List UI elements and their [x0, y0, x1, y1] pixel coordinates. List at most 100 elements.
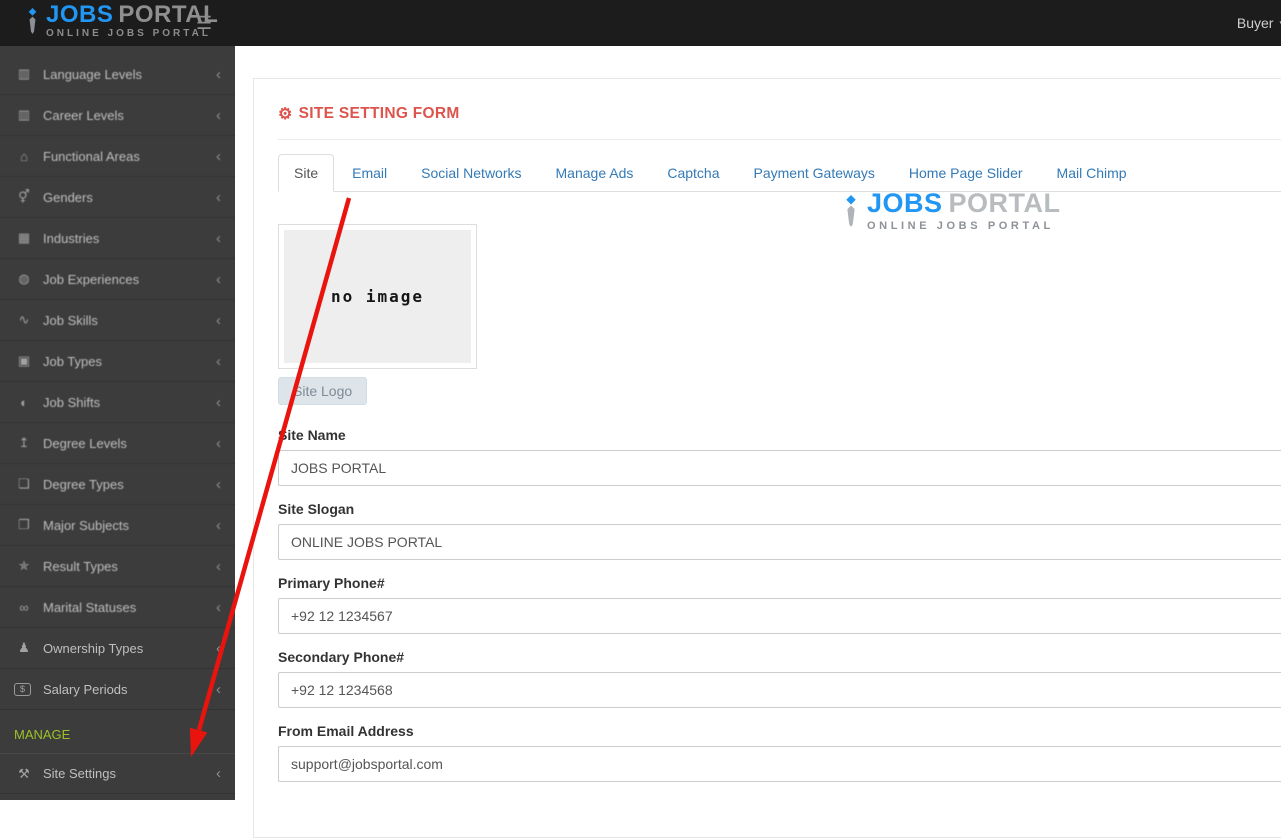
secondary-phone-label: Secondary Phone#: [278, 649, 405, 665]
secondary-phone-input[interactable]: [278, 672, 1281, 708]
form-group-from-email-address: From Email Address: [278, 723, 1281, 782]
sidebar-item-genders[interactable]: ⚥ Genders ‹: [0, 177, 235, 218]
tab-bar: Site Email Social Networks Manage Ads Captch…: [278, 154, 1281, 192]
building-icon: ▦: [17, 230, 31, 245]
site-setting-panel: ⚙ SITE SETTING FORM Site Email Social Netw…: [253, 78, 1281, 838]
sidebar-item-degree-types[interactable]: ❏ Degree Types ‹: [0, 464, 235, 505]
chevron-left-icon: ‹: [216, 188, 221, 206]
sidebar-manage-nav: ⚒ Site Settings ‹: [0, 753, 235, 794]
manage-section-label: MANAGE: [14, 727, 71, 742]
sidebar-item-label: Degree Levels: [43, 435, 127, 451]
from-email-address-label: From Email Address: [278, 723, 414, 739]
sidebar-item-site-settings[interactable]: ⚒ Site Settings ‹: [0, 753, 235, 794]
dollar-badge-icon: $: [14, 682, 31, 696]
tie-icon: [28, 8, 37, 34]
menu-icon[interactable]: ☰: [196, 13, 212, 34]
tab-site[interactable]: Site: [278, 154, 335, 192]
gear-icon: ⚙: [278, 106, 293, 123]
tab-email[interactable]: Email: [336, 154, 403, 192]
page-title-text: SITE SETTING FORM: [298, 105, 460, 122]
sidebar-item-functional-areas[interactable]: ⌂ Functional Areas ‹: [0, 136, 235, 177]
tab-payment-gateways[interactable]: Payment Gateways: [738, 154, 891, 192]
form-group-site-name: Site Name: [278, 427, 1281, 486]
from-email-address-input[interactable]: [278, 746, 1281, 782]
document-icon: ❏: [18, 476, 30, 491]
form-group-site-slogan: Site Slogan: [278, 501, 1281, 560]
shift-icon: ◐: [20, 394, 28, 410]
briefcase-icon: ▣: [17, 353, 31, 368]
user-menu-label: Buyer: [1236, 15, 1274, 31]
sidebar-item-major-subjects[interactable]: ❒ Major Subjects ‹: [0, 505, 235, 546]
sidebar-item-job-experiences[interactable]: ◍ Job Experiences ‹: [0, 259, 235, 300]
sidebar-item-label: Salary Periods: [43, 681, 128, 697]
form-group-secondary-phone: Secondary Phone#: [278, 649, 1281, 708]
site-logo-preview: no image: [278, 224, 477, 369]
sidebar-item-career-levels[interactable]: ▥ Career Levels ‹: [0, 95, 235, 136]
bank-icon: ⌂: [20, 148, 28, 164]
site-logo-upload-button[interactable]: Site Logo: [278, 377, 368, 405]
grad-cap-icon: ✯: [18, 558, 30, 573]
skills-chart-icon: ∿: [18, 312, 30, 327]
sidebar-item-label: Ownership Types: [43, 640, 144, 656]
tab-home-page-slider[interactable]: Home Page Slider: [893, 154, 1039, 192]
person-icon: ♟: [18, 640, 30, 655]
sidebar-item-label: Major Subjects: [43, 517, 129, 533]
sidebar-item-job-shifts[interactable]: ◐ Job Shifts ‹: [0, 382, 235, 423]
sidebar-item-label: Job Skills: [43, 312, 98, 328]
user-menu[interactable]: Buyer ▾: [1237, 0, 1281, 46]
sidebar-item-label: Degree Types: [43, 476, 124, 492]
chevron-left-icon: ‹: [216, 106, 221, 124]
site-name-input[interactable]: [278, 450, 1281, 486]
sidebar-item-marital-statuses[interactable]: ∞ Marital Statuses ‹: [0, 587, 235, 628]
sidebar-item-job-skills[interactable]: ∿ Job Skills ‹: [0, 300, 235, 341]
tab-content-site: no image Site Logo JOBS PORTAL ONLINE JOB…: [278, 190, 1281, 782]
page-title: ⚙ SITE SETTING FORM: [278, 104, 1281, 124]
chevron-left-icon: ‹: [216, 639, 221, 657]
chevron-left-icon: ‹: [216, 516, 221, 534]
main-content: ⚙ SITE SETTING FORM Site Email Social Netw…: [235, 46, 1281, 838]
sidebar-item-label: Industries: [43, 230, 100, 246]
sidebar-item-job-types[interactable]: ▣ Job Types ‹: [0, 341, 235, 382]
globe-icon: ◍: [18, 271, 30, 286]
sidebar-item-degree-levels[interactable]: ↥ Degree Levels ‹: [0, 423, 235, 464]
tab-mail-chimp[interactable]: Mail Chimp: [1041, 154, 1143, 192]
chevron-left-icon: ‹: [216, 352, 221, 370]
sidebar-item-label: Job Experiences: [43, 271, 140, 287]
sidebar-item-result-types[interactable]: ✯ Result Types ‹: [0, 546, 235, 587]
tab-manage-ads[interactable]: Manage Ads: [540, 154, 650, 192]
logo-primary: JOBS: [867, 188, 943, 218]
sidebar-item-label: Site Settings: [43, 766, 116, 781]
chevron-left-icon: ‹: [216, 680, 221, 698]
sidebar-item-ownership-types[interactable]: ♟ Ownership Types ‹: [0, 628, 235, 669]
site-name-label: Site Name: [278, 427, 346, 443]
sidebar-item-label: Career Levels: [43, 107, 124, 123]
primary-phone-input[interactable]: [278, 598, 1281, 634]
brand-logo[interactable]: JOBS PORTAL ONLINE JOBS PORTAL: [26, 3, 218, 39]
chevron-left-icon: ‹: [216, 393, 221, 411]
tab-social-networks[interactable]: Social Networks: [405, 154, 537, 192]
primary-phone-label: Primary Phone#: [278, 575, 385, 591]
chevron-left-icon: ‹: [216, 765, 221, 782]
sidebar-item-industries[interactable]: ▦ Industries ‹: [0, 218, 235, 259]
sidebar-item-label: Functional Areas: [43, 148, 140, 164]
sidebar-item-salary-periods[interactable]: $ Salary Periods ‹: [0, 669, 235, 710]
sidebar-item-language-levels[interactable]: ▥ Language Levels ‹: [0, 54, 235, 95]
genders-icon: ⚥: [18, 189, 30, 204]
chevron-left-icon: ‹: [216, 229, 221, 247]
chevron-left-icon: ‹: [216, 270, 221, 288]
site-slogan-input[interactable]: [278, 524, 1281, 560]
chevron-left-icon: ‹: [216, 598, 221, 616]
sidebar-item-label: Job Shifts: [43, 394, 101, 410]
site-slogan-label: Site Slogan: [278, 501, 355, 517]
tab-captcha[interactable]: Captcha: [651, 154, 735, 192]
settings-form: Site Name Site Slogan Primary Phone# Second…: [278, 427, 1281, 782]
rings-icon: ∞: [19, 599, 29, 615]
brand-tagline: ONLINE JOBS PORTAL: [46, 28, 211, 39]
brand-primary: JOBS: [46, 1, 114, 28]
sidebar-item-label: Marital Statuses: [43, 599, 137, 615]
sidebar-item-label: Genders: [43, 189, 93, 205]
sidebar-nav: ▥ Language Levels ‹ ▥ Career Levels ‹ ⌂ Functio…: [0, 46, 235, 710]
chevron-left-icon: ‹: [216, 475, 221, 493]
sidebar: ▥ Language Levels ‹ ▥ Career Levels ‹ ⌂ Functio…: [0, 46, 235, 800]
logo-secondary: PORTAL: [948, 188, 1061, 218]
